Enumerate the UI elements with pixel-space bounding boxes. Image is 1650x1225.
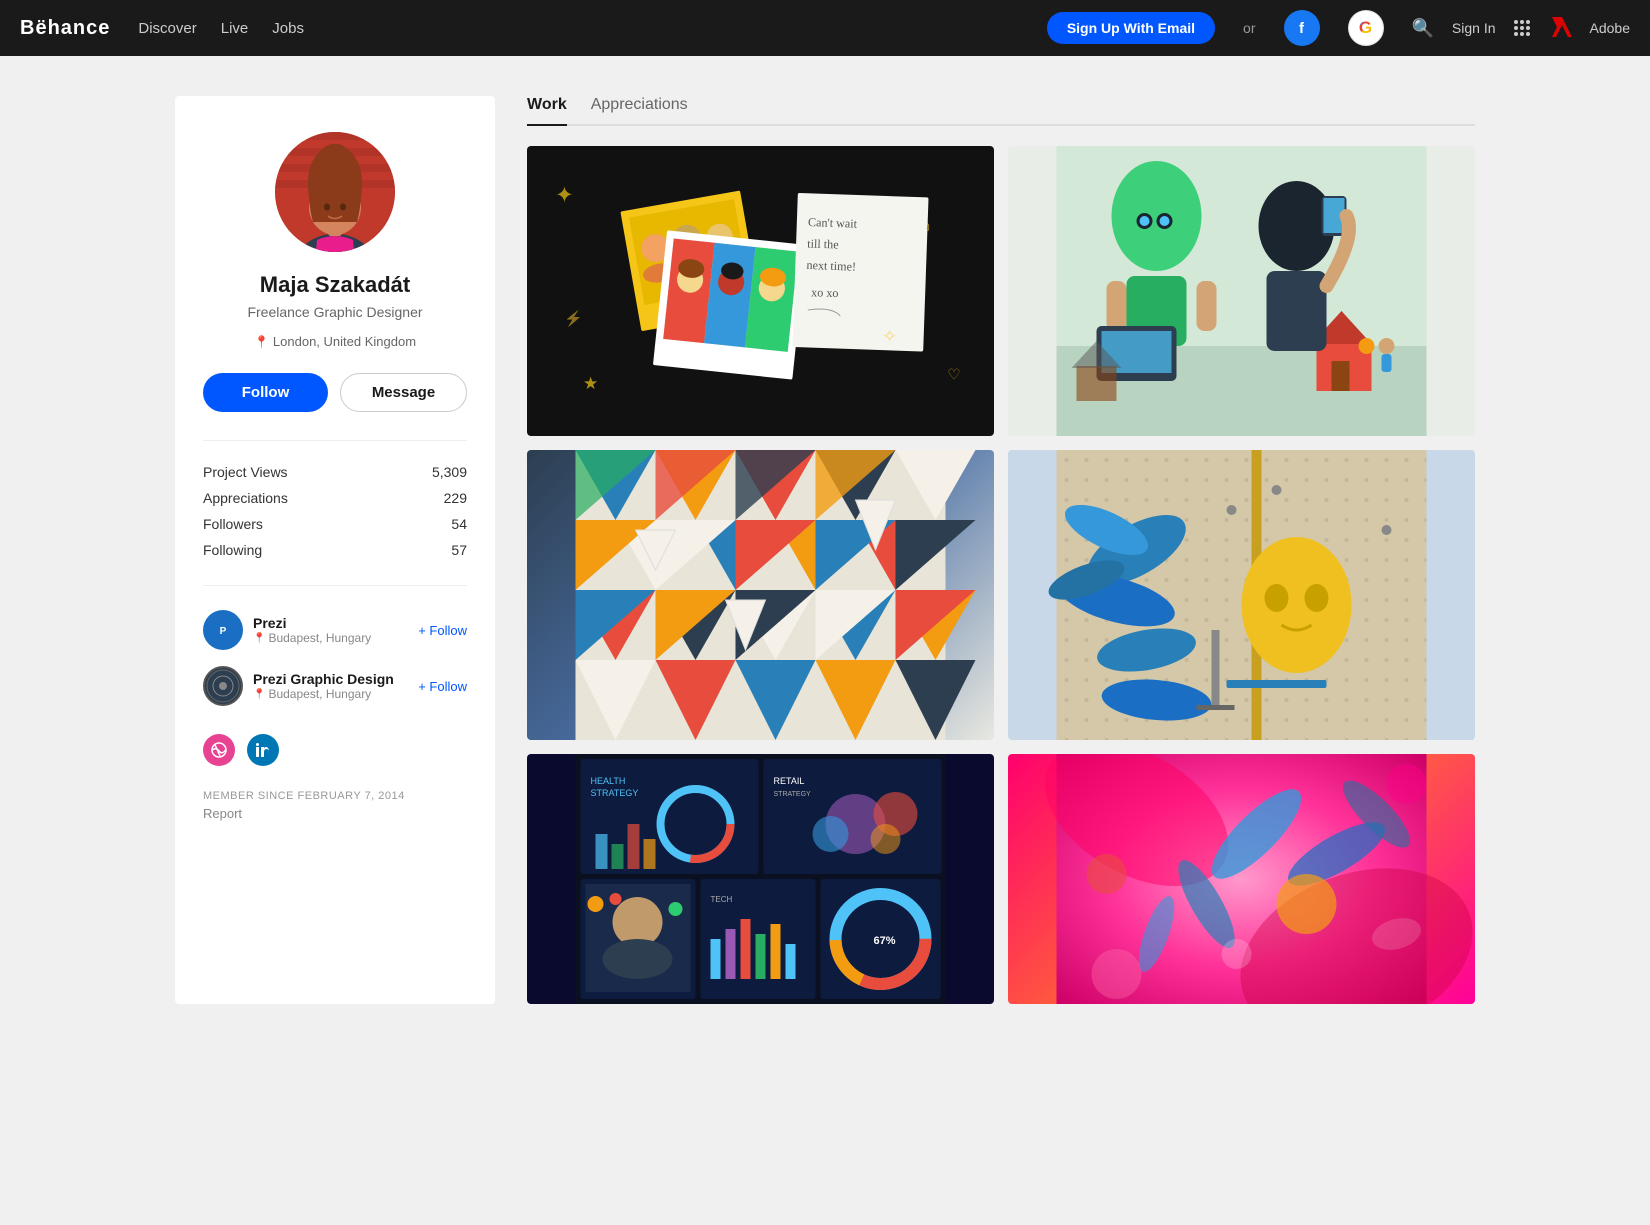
org-info-prezi: Prezi 📍 Budapest, Hungary — [253, 615, 408, 645]
member-since: MEMBER SINCE FEBRUARY 7, 2014 — [203, 790, 467, 802]
org-location-prezi-gd: 📍 Budapest, Hungary — [253, 687, 408, 701]
org-info-prezi-gd: Prezi Graphic Design 📍 Budapest, Hungary — [253, 671, 408, 701]
svg-text:till the: till the — [807, 236, 839, 251]
facebook-signup-button[interactable]: f — [1284, 10, 1320, 46]
svg-text:⚡: ⚡ — [564, 310, 583, 328]
project-thumb-6[interactable] — [1008, 754, 1475, 1004]
nav-jobs[interactable]: Jobs — [272, 20, 304, 37]
project-thumb-5[interactable]: HEALTH STRATEGY RETAIL STRATEGY — [527, 754, 994, 1004]
nav-links: Discover Live Jobs — [138, 20, 1018, 37]
google-icon: G — [1359, 18, 1372, 38]
tab-appreciations[interactable]: Appreciations — [591, 96, 688, 126]
linkedin-link[interactable] — [247, 734, 279, 766]
stats-row-appreciations: Appreciations 229 — [203, 485, 467, 511]
stats-row-views: Project Views 5,309 — [203, 459, 467, 485]
content-area: Work Appreciations ✦ ⌂ ★ ♡ — [527, 96, 1475, 1004]
org-location-pin-icon: 📍 — [253, 633, 265, 644]
stat-value-appreciations: 229 — [444, 490, 467, 506]
project-thumb-2[interactable] — [1008, 146, 1475, 436]
svg-text:✦: ✦ — [555, 182, 574, 207]
org-avatar-prezi-gd — [203, 666, 243, 706]
project-thumb-3[interactable] — [527, 450, 994, 740]
org-follow-prezi-gd[interactable]: + Follow — [418, 679, 467, 694]
org-name-prezi-gd[interactable]: Prezi Graphic Design — [253, 671, 408, 687]
stat-value-following: 57 — [451, 542, 467, 558]
org-avatar-prezi: P — [203, 610, 243, 650]
profile-name: Maja Szakadát — [260, 272, 410, 298]
svg-text:TECH: TECH — [711, 895, 733, 904]
message-button[interactable]: Message — [340, 373, 467, 412]
svg-text:P: P — [220, 626, 227, 637]
svg-text:♡: ♡ — [947, 367, 960, 384]
projects-grid: ✦ ⌂ ★ ♡ — [527, 146, 1475, 1004]
follow-button[interactable]: Follow — [203, 373, 328, 412]
profile-card: Maja Szakadát Freelance Graphic Designer… — [175, 96, 495, 1004]
stat-value-views: 5,309 — [432, 464, 467, 480]
org-name-prezi[interactable]: Prezi — [253, 615, 408, 631]
stat-label-appreciations: Appreciations — [203, 490, 288, 506]
main-layout: Maja Szakadát Freelance Graphic Designer… — [125, 56, 1525, 1044]
stat-value-followers: 54 — [451, 516, 467, 532]
org-item-prezi: P Prezi 📍 Budapest, Hungary + Follow — [203, 602, 467, 658]
report-link[interactable]: Report — [203, 806, 467, 821]
nav-live[interactable]: Live — [221, 20, 249, 37]
svg-text:HEALTH: HEALTH — [591, 776, 626, 786]
stats-row-followers: Followers 54 — [203, 511, 467, 537]
svg-text:67%: 67% — [874, 935, 896, 947]
adobe-logo — [1548, 15, 1572, 42]
brand-logo[interactable]: Bëhance — [20, 17, 110, 40]
nav-discover[interactable]: Discover — [138, 20, 196, 37]
stat-label-following: Following — [203, 542, 262, 558]
org-follow-prezi[interactable]: + Follow — [418, 623, 467, 638]
social-links — [203, 734, 467, 766]
svg-text:xo xo: xo xo — [811, 285, 839, 300]
facebook-icon: f — [1299, 20, 1304, 37]
stats-table: Project Views 5,309 Appreciations 229 Fo… — [203, 440, 467, 563]
profile-actions: Follow Message — [203, 373, 467, 412]
profile-location: 📍 London, United Kingdom — [254, 334, 416, 349]
signin-link[interactable]: Sign In — [1452, 20, 1496, 36]
project-thumb-4[interactable] — [1008, 450, 1475, 740]
svg-text:STRATEGY: STRATEGY — [774, 791, 812, 798]
avatar — [275, 132, 395, 252]
org-list: P Prezi 📍 Budapest, Hungary + Follow Pre… — [203, 585, 467, 714]
navbar: Bëhance Discover Live Jobs Sign Up With … — [0, 0, 1650, 56]
svg-text:✧: ✧ — [882, 325, 898, 346]
navbar-right: 🔍 Sign In Adobe — [1412, 15, 1631, 42]
adobe-label: Adobe — [1590, 20, 1630, 36]
svg-text:STRATEGY: STRATEGY — [591, 788, 639, 798]
project-thumb-1[interactable]: ✦ ⌂ ★ ♡ — [527, 146, 994, 436]
location-pin-icon: 📍 — [254, 335, 269, 349]
svg-text:Can't wait: Can't wait — [808, 215, 858, 231]
profile-title: Freelance Graphic Designer — [247, 304, 422, 320]
svg-text:next time!: next time! — [806, 258, 856, 274]
dribbble-link[interactable] — [203, 734, 235, 766]
apps-grid-icon[interactable] — [1514, 20, 1530, 36]
svg-text:RETAIL: RETAIL — [774, 776, 805, 786]
stat-label-views: Project Views — [203, 464, 288, 480]
search-icon[interactable]: 🔍 — [1412, 18, 1434, 39]
signup-button[interactable]: Sign Up With Email — [1047, 12, 1215, 44]
tab-work[interactable]: Work — [527, 96, 567, 126]
org-location-prezi: 📍 Budapest, Hungary — [253, 631, 408, 645]
svg-text:★: ★ — [583, 374, 598, 393]
stat-label-followers: Followers — [203, 516, 263, 532]
stats-row-following: Following 57 — [203, 537, 467, 563]
or-text: or — [1243, 20, 1255, 36]
google-signup-button[interactable]: G — [1348, 10, 1384, 46]
org-item-prezi-gd: Prezi Graphic Design 📍 Budapest, Hungary… — [203, 658, 467, 714]
content-tabs: Work Appreciations — [527, 96, 1475, 126]
org-location-pin-icon-2: 📍 — [253, 689, 265, 700]
